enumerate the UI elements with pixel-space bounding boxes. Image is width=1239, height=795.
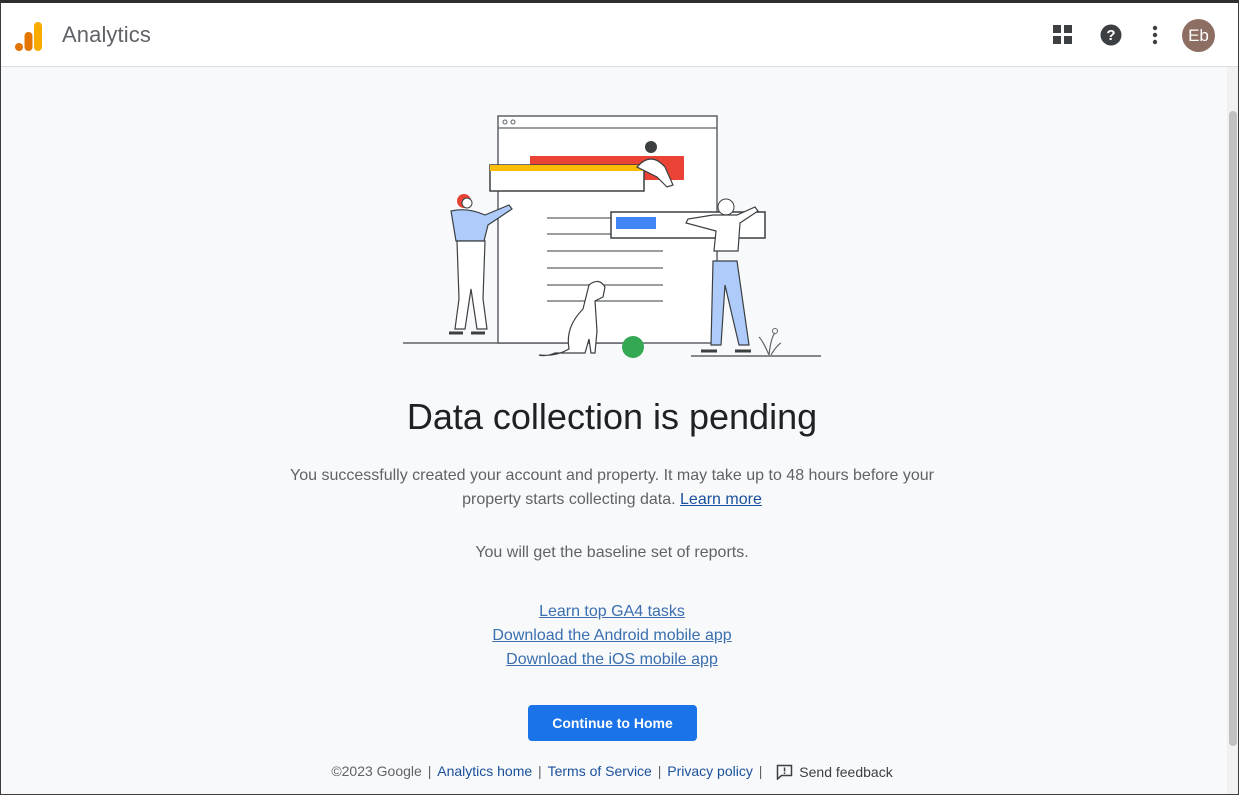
privacy-policy-link[interactable]: Privacy policy — [667, 763, 753, 779]
copyright-text: ©2023 Google — [331, 763, 422, 779]
analytics-home-link[interactable]: Analytics home — [437, 763, 532, 779]
more-vert-icon — [1152, 25, 1158, 45]
android-app-link[interactable]: Download the Android mobile app — [492, 624, 731, 648]
learn-ga4-tasks-link[interactable]: Learn top GA4 tasks — [539, 600, 685, 624]
footer-separator: | — [653, 763, 666, 779]
footer-separator: | — [534, 763, 546, 779]
app-window: Analytics ? Eb Data collection is pendin… — [0, 0, 1239, 795]
page-title: Data collection is pending — [406, 396, 818, 437]
help-button[interactable]: ? — [1094, 18, 1128, 52]
feedback-icon — [777, 765, 793, 781]
terms-of-service-link[interactable]: Terms of Service — [548, 763, 652, 779]
account-avatar[interactable]: Eb — [1182, 19, 1215, 52]
send-feedback-button[interactable]: Send feedback — [776, 764, 893, 781]
apps-grid-button[interactable] — [1046, 18, 1080, 52]
footer-separator: | — [754, 763, 767, 779]
footer-separator: | — [423, 763, 436, 779]
scrollbar-thumb[interactable] — [1229, 111, 1237, 746]
resource-links: Learn top GA4 tasks Download the Android… — [1, 600, 1223, 672]
footer: ©2023 Google | Analytics home | Terms of… — [1, 763, 1223, 781]
help-icon: ? — [1100, 24, 1122, 46]
baseline-reports-text: You will get the baseline set of reports… — [475, 544, 749, 561]
apps-grid-icon — [1053, 25, 1072, 44]
analytics-logo-icon — [15, 22, 42, 51]
app-title: Analytics — [62, 22, 151, 47]
continue-to-home-button[interactable]: Continue to Home — [528, 705, 697, 741]
pending-description-text: You successfully created your account an… — [290, 467, 934, 508]
pending-description: You successfully created your account an… — [271, 464, 953, 512]
more-options-button[interactable] — [1138, 18, 1172, 52]
data-pending-illustration — [403, 115, 821, 358]
ios-app-link[interactable]: Download the iOS mobile app — [506, 648, 718, 672]
learn-more-link[interactable]: Learn more — [680, 491, 762, 508]
svg-text:?: ? — [1106, 27, 1115, 44]
send-feedback-label: Send feedback — [799, 764, 893, 781]
top-app-bar: Analytics ? Eb — [1, 3, 1238, 67]
